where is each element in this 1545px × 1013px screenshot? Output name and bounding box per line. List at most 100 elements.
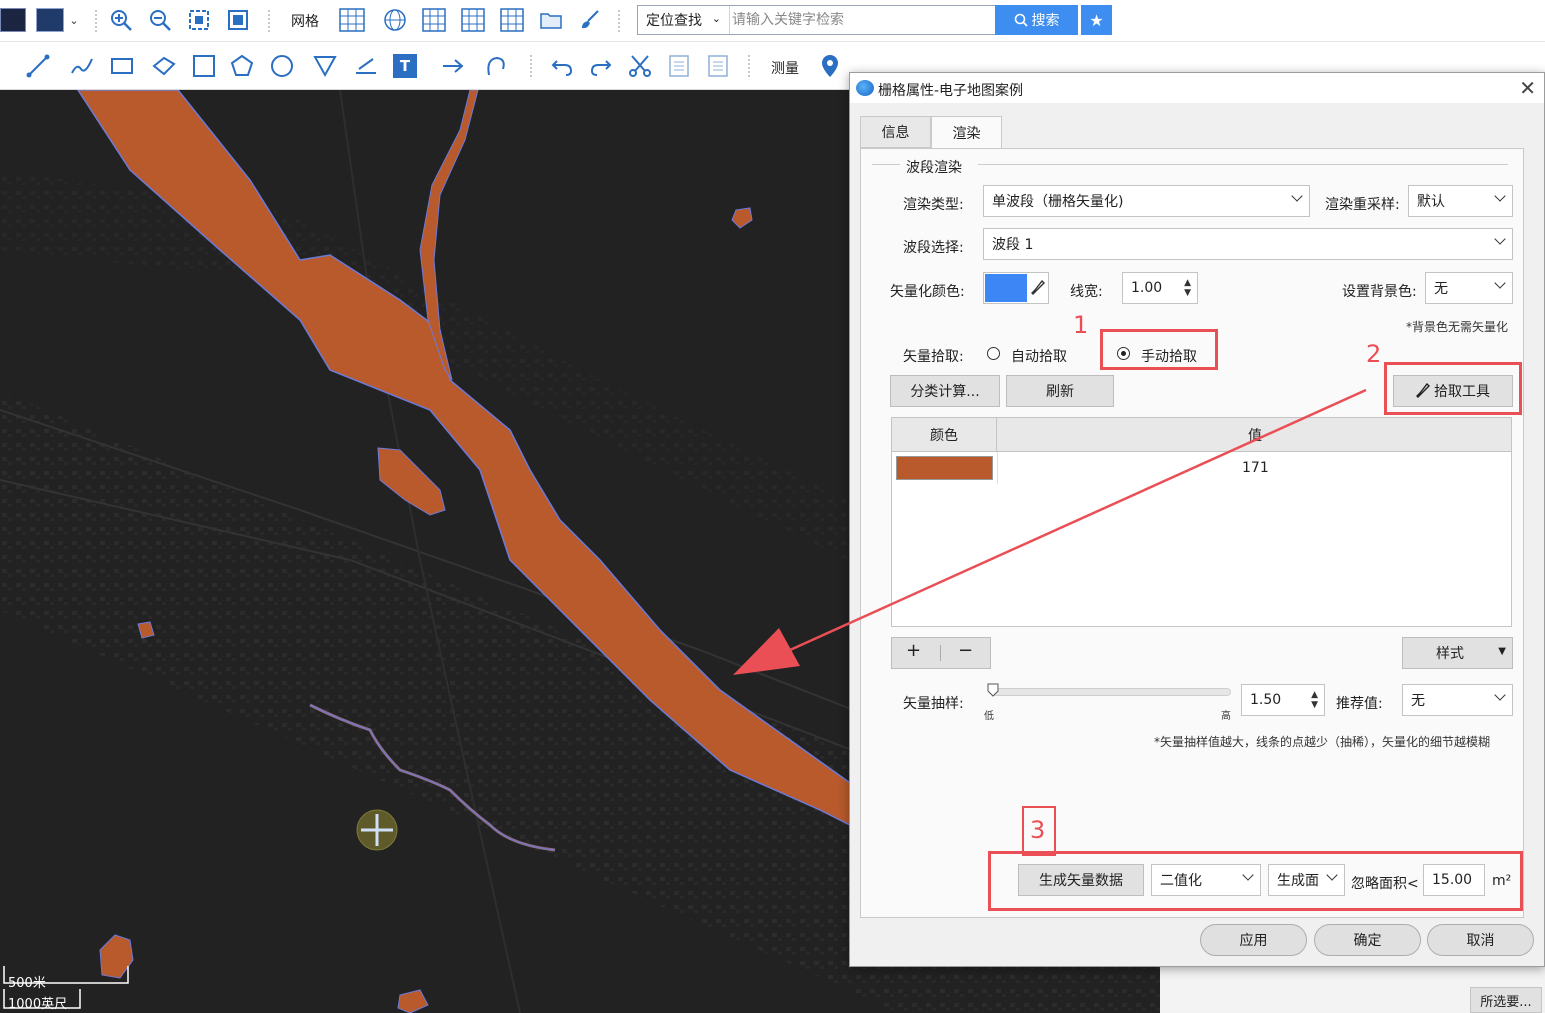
favorite-button[interactable]: ★ bbox=[1081, 5, 1112, 35]
triangle-icon[interactable] bbox=[311, 52, 339, 80]
ok-button[interactable]: 确定 bbox=[1314, 924, 1421, 956]
band-label: 波段选择: bbox=[903, 240, 964, 256]
location-pin-icon[interactable] bbox=[817, 52, 843, 80]
cell-divider bbox=[997, 452, 998, 484]
recommend-select[interactable]: 无 bbox=[1402, 684, 1513, 716]
ruler-icon[interactable] bbox=[352, 52, 380, 80]
auto-pick-radio[interactable] bbox=[987, 347, 1000, 360]
vector-color-swatch[interactable] bbox=[983, 272, 1049, 304]
group-divider bbox=[872, 164, 900, 165]
line-width-label: 线宽: bbox=[1070, 284, 1103, 300]
top-toolbar: ⌄ 网格 定位查找 ⌄ 搜索 bbox=[0, 0, 1545, 42]
scissors-icon[interactable] bbox=[626, 52, 654, 80]
close-icon[interactable]: ✕ bbox=[1519, 76, 1536, 100]
tab-render[interactable]: 渲染 bbox=[931, 116, 1002, 149]
search-icon bbox=[1014, 13, 1028, 27]
render-type-label: 渲染类型: bbox=[903, 197, 964, 213]
curve-arrow-icon[interactable] bbox=[482, 52, 510, 80]
circle-icon[interactable] bbox=[268, 52, 296, 80]
zoom-out-icon[interactable] bbox=[147, 7, 173, 33]
folder-icon[interactable] bbox=[538, 7, 564, 33]
value-column-header[interactable]: 值 bbox=[998, 418, 1512, 452]
selected-features-button[interactable]: 所选要... bbox=[1470, 987, 1542, 1013]
rectangle-icon[interactable] bbox=[108, 52, 136, 80]
pond-polygon[interactable] bbox=[377, 447, 446, 516]
bg-note: *背景色无需矢量化 bbox=[1406, 320, 1509, 334]
sample-spinner[interactable]: 1.50 ▲ ▼ bbox=[1241, 684, 1325, 716]
lng-grid-icon[interactable] bbox=[382, 7, 408, 33]
locate-dropdown[interactable]: 定位查找 ⌄ bbox=[638, 6, 730, 34]
recommend-label: 推荐值: bbox=[1336, 696, 1383, 712]
night-map-icon[interactable] bbox=[36, 8, 64, 32]
refresh-button[interactable]: 刷新 bbox=[1006, 375, 1114, 407]
line-draw-icon[interactable] bbox=[24, 52, 52, 80]
arrow-tool-icon[interactable] bbox=[439, 52, 467, 80]
text-tool-icon[interactable]: T bbox=[393, 54, 417, 78]
sample-high-label: 高 bbox=[1221, 711, 1231, 722]
search-button[interactable]: 搜索 bbox=[995, 5, 1078, 35]
chevron-down-icon bbox=[1494, 190, 1506, 202]
list-icon[interactable] bbox=[704, 52, 732, 80]
classify-button[interactable]: 分类计算... bbox=[890, 375, 1000, 407]
app-logo-icon bbox=[856, 80, 874, 96]
line-width-spinner[interactable]: 1.00 ▲ ▼ bbox=[1122, 272, 1198, 304]
km-grid-icon[interactable] bbox=[421, 7, 447, 33]
annotation-label-2: 2 bbox=[1366, 340, 1382, 368]
annotation-box-3 bbox=[988, 851, 1523, 911]
basemap-thumbnail-icon[interactable] bbox=[0, 8, 26, 32]
remove-button[interactable]: − bbox=[958, 640, 973, 661]
chevron-down-icon bbox=[1494, 233, 1506, 245]
dialog-titlebar[interactable]: 栅格属性-电子地图案例 ✕ bbox=[850, 73, 1544, 103]
table-header: 颜色 值 bbox=[892, 418, 1511, 452]
spinner-arrows-icon[interactable]: ▲ ▼ bbox=[1311, 690, 1318, 710]
button-divider bbox=[940, 645, 941, 661]
document-icon[interactable] bbox=[665, 52, 693, 80]
spinner-arrows-icon[interactable]: ▲ ▼ bbox=[1184, 278, 1191, 298]
group-divider bbox=[978, 164, 1508, 165]
pentagon-icon[interactable] bbox=[228, 52, 256, 80]
band-select[interactable]: 波段 1 bbox=[983, 228, 1513, 260]
freehand-icon[interactable] bbox=[68, 52, 96, 80]
zoom-in-icon[interactable] bbox=[108, 7, 134, 33]
sample-low-label: 低 bbox=[984, 711, 994, 722]
color-swatch-cell[interactable] bbox=[896, 456, 993, 480]
separator bbox=[530, 55, 532, 77]
bg-color-value: 无 bbox=[1434, 281, 1448, 297]
sample-slider[interactable] bbox=[992, 688, 1231, 696]
measure-label[interactable]: 测量 bbox=[771, 58, 799, 78]
zoom-extent-icon[interactable] bbox=[186, 7, 212, 33]
apply-button[interactable]: 应用 bbox=[1200, 924, 1307, 956]
resample-select[interactable]: 默认 bbox=[1408, 185, 1513, 217]
group-title: 波段渲染 bbox=[906, 160, 962, 176]
sample-note: *矢量抽样值越大，线条的点越少（抽稀），矢量化的细节越模糊 bbox=[1154, 735, 1491, 749]
table-row[interactable]: 171 bbox=[892, 452, 1511, 484]
search-input[interactable] bbox=[732, 8, 994, 32]
class-table: 颜色 值 171 bbox=[891, 417, 1512, 627]
add-button[interactable]: + bbox=[906, 640, 921, 661]
auto-pick-label[interactable]: 自动拾取 bbox=[1011, 346, 1067, 366]
grid-label[interactable]: 网格 bbox=[291, 11, 319, 31]
brush-icon[interactable] bbox=[577, 7, 603, 33]
mgrs-grid-icon[interactable] bbox=[499, 7, 525, 33]
tab-info[interactable]: 信息 bbox=[860, 116, 931, 148]
render-type-select[interactable]: 单波段（栅格矢量化) bbox=[983, 185, 1310, 217]
square-icon[interactable] bbox=[190, 52, 218, 80]
cancel-button[interactable]: 取消 bbox=[1427, 924, 1534, 956]
resample-label: 渲染重采样: bbox=[1325, 197, 1400, 213]
redo-icon[interactable] bbox=[587, 52, 615, 80]
band-value: 波段 1 bbox=[992, 237, 1034, 253]
style-button[interactable]: 样式 ▼ bbox=[1402, 637, 1513, 669]
bg-color-select[interactable]: 无 bbox=[1425, 272, 1513, 304]
slider-handle[interactable] bbox=[987, 683, 999, 697]
undo-icon[interactable] bbox=[548, 52, 576, 80]
full-extent-icon[interactable] bbox=[225, 7, 251, 33]
pond-polygon[interactable] bbox=[397, 989, 429, 1013]
nm-grid-icon[interactable] bbox=[460, 7, 486, 33]
parallelogram-icon[interactable] bbox=[150, 52, 178, 80]
color-column-header[interactable]: 颜色 bbox=[892, 418, 997, 452]
dialog-title: 栅格属性-电子地图案例 bbox=[878, 83, 1024, 99]
pond-polygon[interactable] bbox=[731, 207, 753, 229]
chevron-down-icon[interactable]: ⌄ bbox=[67, 10, 81, 30]
grid-icon[interactable] bbox=[338, 7, 366, 33]
eyedropper-icon[interactable] bbox=[1030, 279, 1046, 297]
